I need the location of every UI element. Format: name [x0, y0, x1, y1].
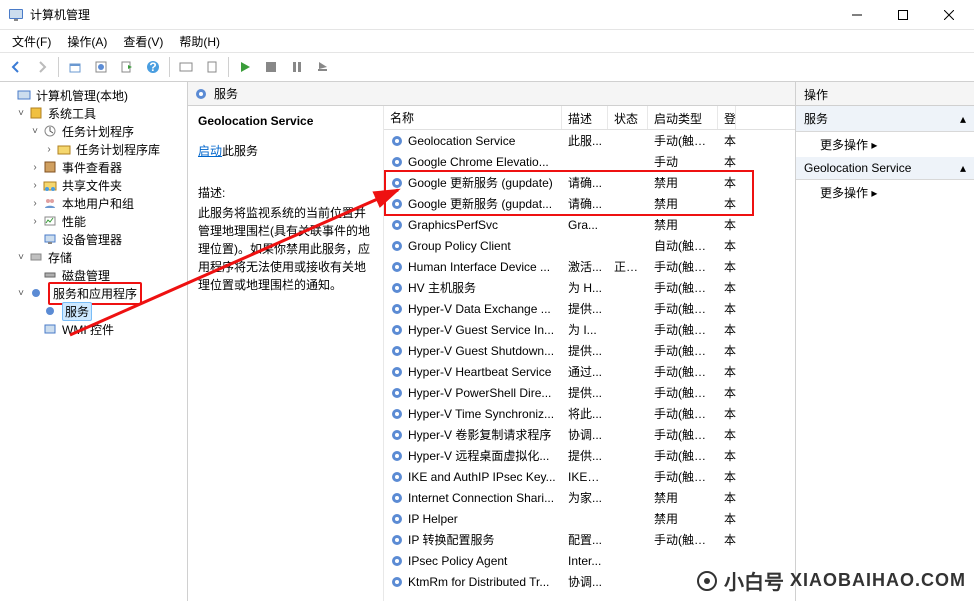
tree-users[interactable]: ›本地用户和组 [2, 194, 185, 212]
services-header: 服务 [188, 82, 795, 106]
svg-text:?: ? [149, 60, 156, 74]
start-link[interactable]: 启动 [198, 144, 222, 158]
col-status[interactable]: 状态 [608, 106, 648, 129]
services-header-label: 服务 [214, 85, 238, 102]
service-row[interactable]: Hyper-V PowerShell Dire...提供...手动(触发...本 [384, 382, 795, 403]
collapse-icon[interactable]: ▴ [960, 161, 966, 175]
properties-button[interactable] [89, 55, 113, 79]
service-row[interactable]: Human Interface Device ...激活...正在...手动(触… [384, 256, 795, 277]
tree-schedlib[interactable]: ›任务计划程序库 [2, 140, 185, 158]
tree-scheduler[interactable]: ˅任务计划程序 [2, 122, 185, 140]
pause-button[interactable] [285, 55, 309, 79]
tree-perf[interactable]: ›性能 [2, 212, 185, 230]
tree-shared[interactable]: ›共享文件夹 [2, 176, 185, 194]
service-row[interactable]: GraphicsPerfSvcGra...禁用本 [384, 214, 795, 235]
menu-action[interactable]: 操作(A) [59, 31, 115, 52]
col-name[interactable]: 名称 [384, 106, 562, 129]
service-row[interactable]: Hyper-V Time Synchroniz...将此...手动(触发...本 [384, 403, 795, 424]
menu-view[interactable]: 查看(V) [115, 31, 171, 52]
filter-button[interactable] [200, 55, 224, 79]
nav-forward-button[interactable] [30, 55, 54, 79]
service-row[interactable]: Hyper-V 卷影复制请求程序协调...手动(触发...本 [384, 424, 795, 445]
nav-tree[interactable]: 计算机管理(本地) ˅系统工具 ˅任务计划程序 ›任务计划程序库 ›事件查看器 … [0, 82, 188, 601]
actions-section-selected[interactable]: Geolocation Service▴ [796, 157, 974, 180]
col-logon[interactable]: 登 [718, 106, 736, 129]
service-row[interactable]: Hyper-V 远程桌面虚拟化...提供...手动(触发...本 [384, 445, 795, 466]
tree-storage[interactable]: ˅存储 [2, 248, 185, 266]
main-area: 计算机管理(本地) ˅系统工具 ˅任务计划程序 ›任务计划程序库 ›事件查看器 … [0, 82, 974, 601]
selected-service-name: Geolocation Service [198, 114, 373, 128]
actions-section-services[interactable]: 服务▴ [796, 106, 974, 132]
service-row[interactable]: Hyper-V Data Exchange ...提供...手动(触发...本 [384, 298, 795, 319]
toolbar: ? [0, 52, 974, 82]
help-button[interactable]: ? [141, 55, 165, 79]
window-title: 计算机管理 [30, 6, 834, 23]
more-actions-1[interactable]: 更多操作 ▸ [796, 132, 974, 157]
service-row[interactable]: Hyper-V Guest Service In...为 I...手动(触发..… [384, 319, 795, 340]
service-row[interactable]: Group Policy Client自动(触发...本 [384, 235, 795, 256]
actions-header: 操作 [796, 82, 974, 106]
collapse-icon[interactable]: ▴ [960, 112, 966, 126]
tree-svcapps[interactable]: ˅服务和应用程序 [2, 284, 185, 302]
service-row[interactable]: IP Helper禁用本 [384, 508, 795, 529]
chevron-right-icon: ▸ [871, 138, 877, 152]
app-icon [8, 7, 24, 23]
service-row[interactable]: Hyper-V Heartbeat Service通过...手动(触发...本 [384, 361, 795, 382]
chevron-right-icon: ▸ [871, 186, 877, 200]
start-button[interactable] [233, 55, 257, 79]
service-row[interactable]: Internet Connection Shari...为家...禁用本 [384, 487, 795, 508]
minimize-button[interactable] [834, 0, 880, 30]
more-actions-2[interactable]: 更多操作 ▸ [796, 180, 974, 205]
service-row[interactable]: Google 更新服务 (gupdate)请确...禁用本 [384, 172, 795, 193]
tree-root[interactable]: 计算机管理(本地) [2, 86, 185, 104]
stop-button[interactable] [259, 55, 283, 79]
view-button[interactable] [174, 55, 198, 79]
tree-devmgr[interactable]: 设备管理器 [2, 230, 185, 248]
column-headers[interactable]: 名称 描述 状态 启动类型 登 [384, 106, 795, 130]
col-desc[interactable]: 描述 [562, 106, 608, 129]
service-detail: Geolocation Service 启动此服务 描述: 此服务将监视系统的当… [188, 106, 384, 601]
service-row[interactable]: Google 更新服务 (gupdat...请确...禁用本 [384, 193, 795, 214]
close-button[interactable] [926, 0, 972, 30]
restart-button[interactable] [311, 55, 335, 79]
col-start[interactable]: 启动类型 [648, 106, 718, 129]
menu-file[interactable]: 文件(F) [4, 31, 59, 52]
tree-services[interactable]: 服务 [2, 302, 185, 320]
service-row[interactable]: KtmRm for Distributed Tr...协调... [384, 571, 795, 592]
actions-pane: 操作 服务▴ 更多操作 ▸ Geolocation Service▴ 更多操作 … [796, 82, 974, 601]
desc-label: 描述: [198, 184, 373, 202]
service-row[interactable]: IP 转换配置服务配置...手动(触发...本 [384, 529, 795, 550]
service-row[interactable]: HV 主机服务为 H...手动(触发...本 [384, 277, 795, 298]
title-bar: 计算机管理 [0, 0, 974, 30]
tree-systools[interactable]: ˅系统工具 [2, 104, 185, 122]
desc-text: 此服务将监视系统的当前位置并管理地理围栏(具有关联事件的地理位置)。如果你禁用此… [198, 204, 373, 294]
menu-bar: 文件(F) 操作(A) 查看(V) 帮助(H) [0, 30, 974, 52]
service-row[interactable]: Google Chrome Elevatio...手动本 [384, 151, 795, 172]
services-panel: 服务 Geolocation Service 启动此服务 描述: 此服务将监视系… [188, 82, 796, 601]
services-list[interactable]: 名称 描述 状态 启动类型 登 Geolocation Service此服...… [384, 106, 795, 601]
export-button[interactable] [115, 55, 139, 79]
nav-back-button[interactable] [4, 55, 28, 79]
tree-eventvwr[interactable]: ›事件查看器 [2, 158, 185, 176]
up-button[interactable] [63, 55, 87, 79]
maximize-button[interactable] [880, 0, 926, 30]
service-row[interactable]: IPsec Policy AgentInter... [384, 550, 795, 571]
service-row[interactable]: Hyper-V Guest Shutdown...提供...手动(触发...本 [384, 340, 795, 361]
service-row[interactable]: IKE and AuthIP IPsec Key...IKEE...手动(触发.… [384, 466, 795, 487]
tree-wmi[interactable]: WMI 控件 [2, 320, 185, 338]
service-row[interactable]: Geolocation Service此服...手动(触发...本 [384, 130, 795, 151]
menu-help[interactable]: 帮助(H) [171, 31, 228, 52]
gear-icon [194, 87, 208, 101]
